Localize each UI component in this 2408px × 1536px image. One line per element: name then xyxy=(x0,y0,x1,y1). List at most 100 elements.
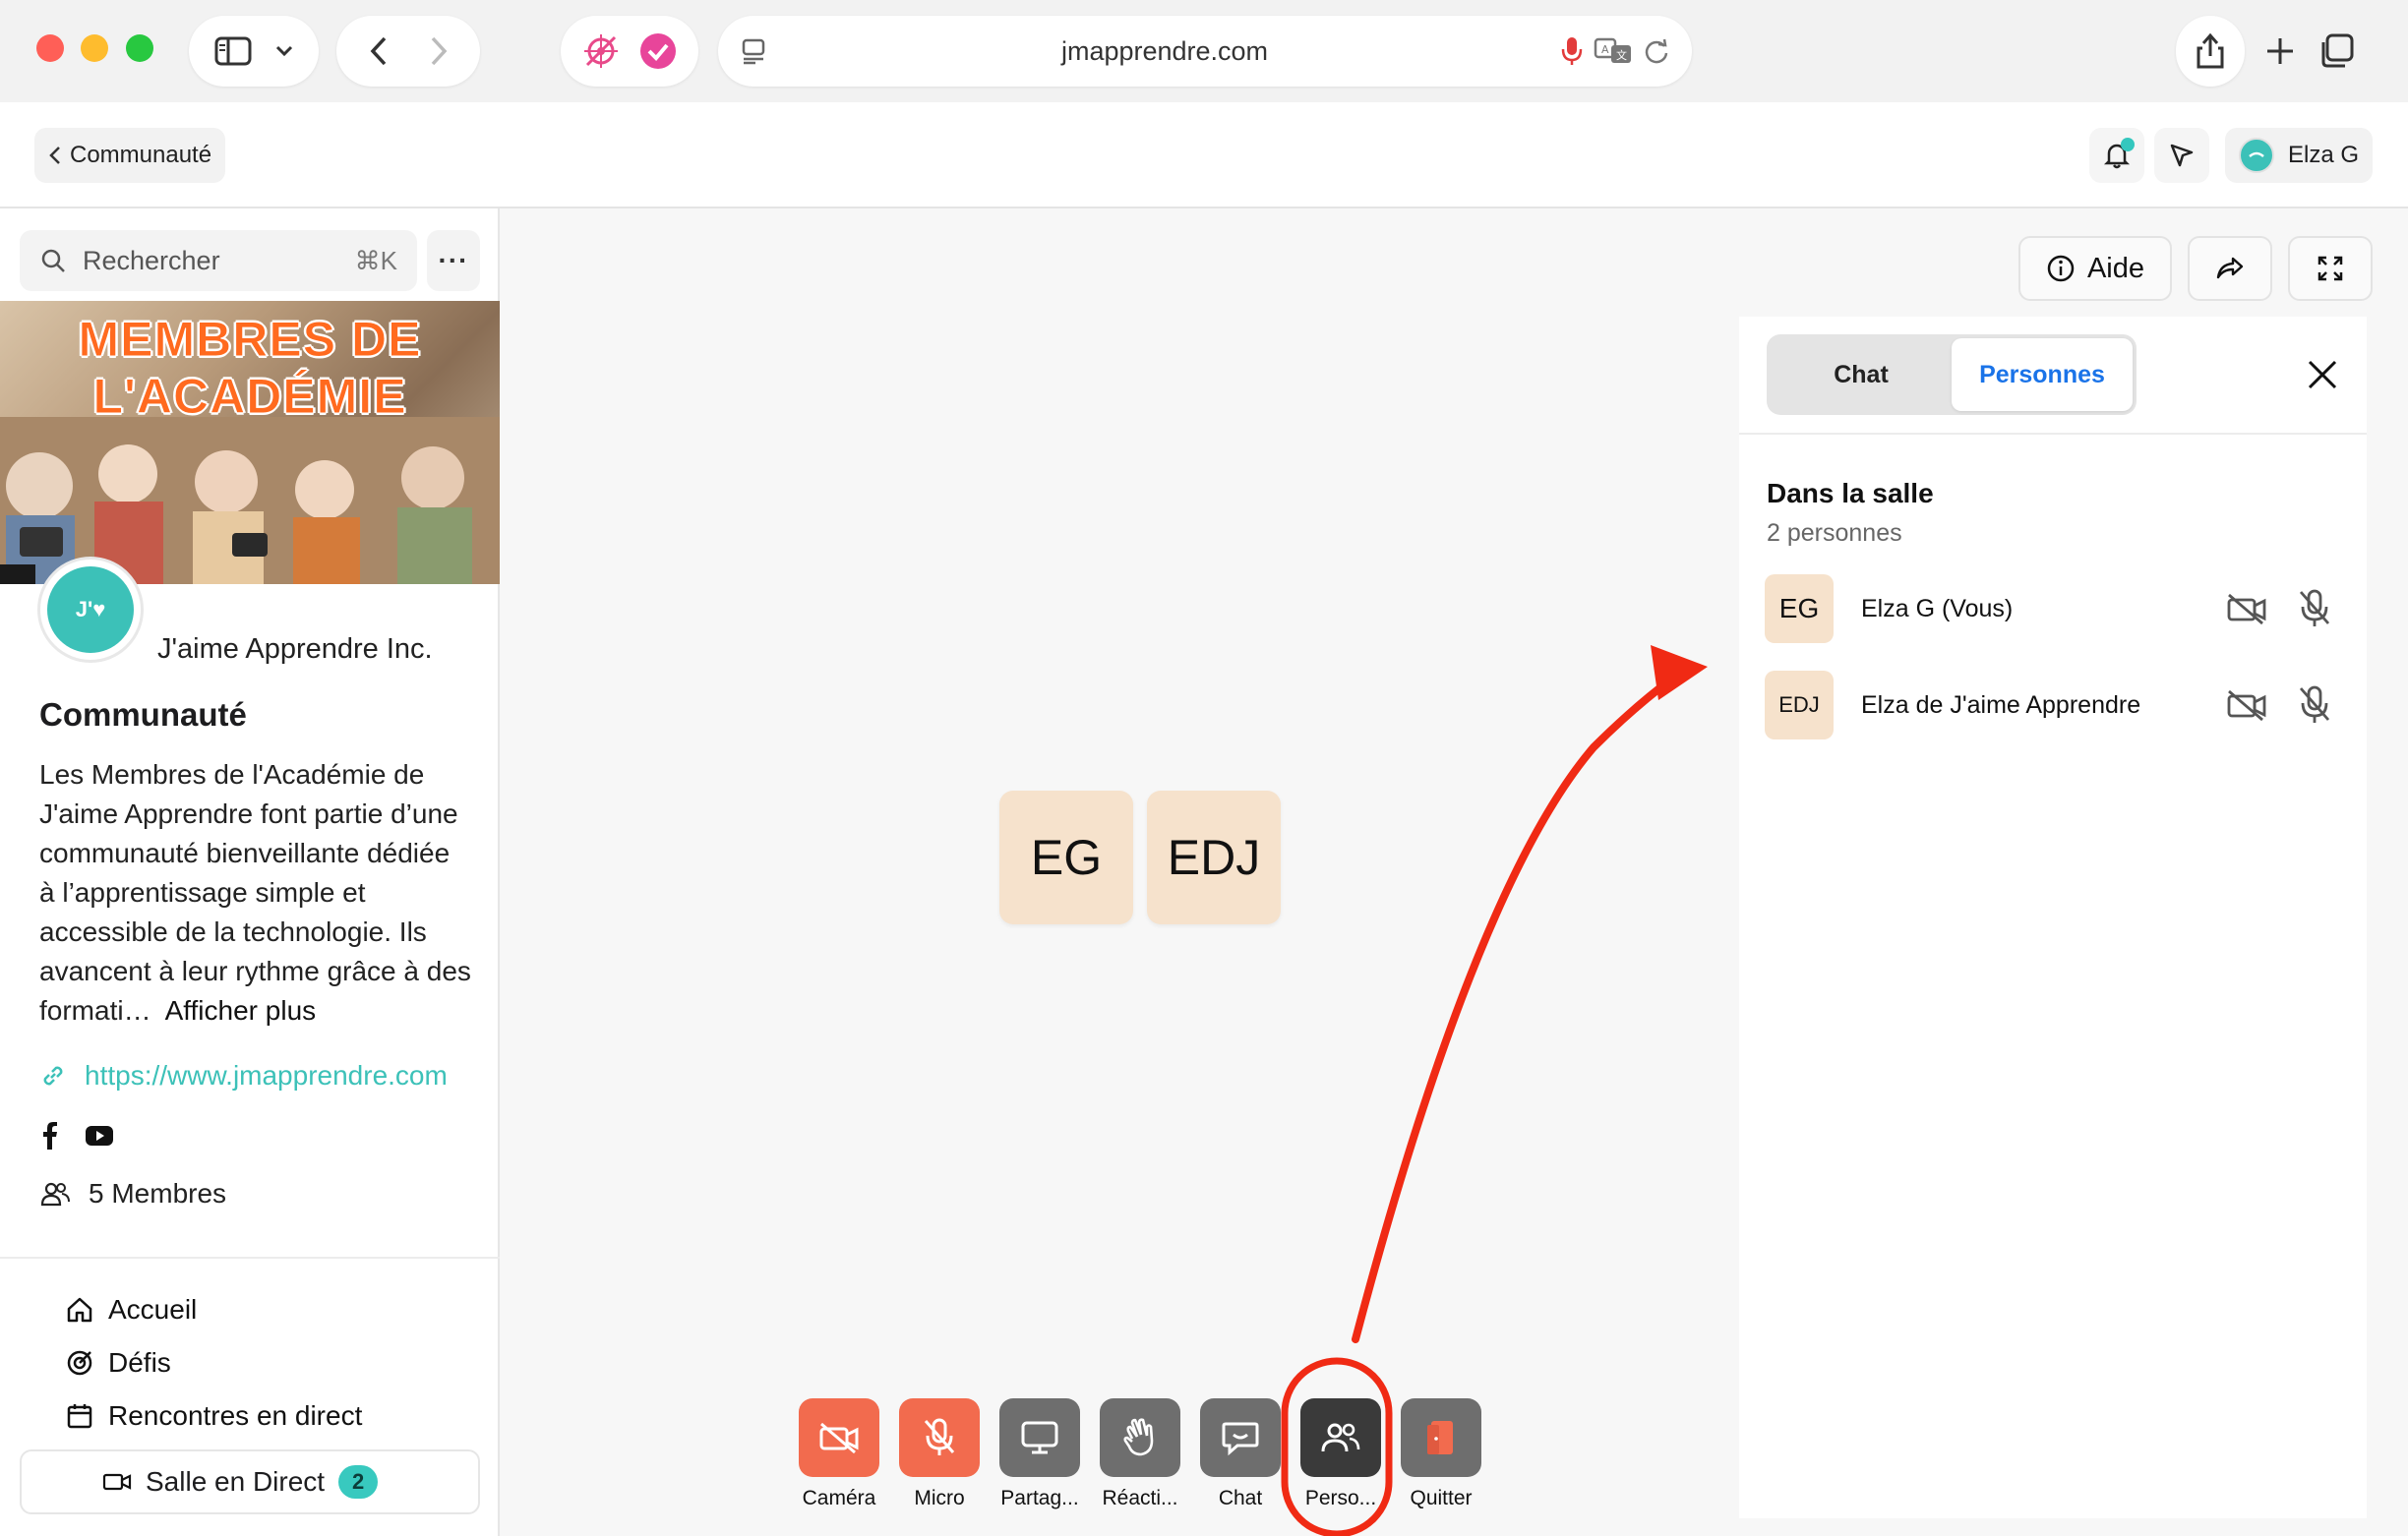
translate-icon[interactable]: A文 xyxy=(1594,36,1633,66)
facebook-icon[interactable] xyxy=(39,1121,59,1151)
more-options-button[interactable]: ··· xyxy=(427,230,480,291)
room-header-actions: Aide xyxy=(2018,236,2373,301)
address-bar[interactable]: jmapprendre.com A文 xyxy=(718,16,1692,87)
camera-toggle-button[interactable] xyxy=(799,1398,879,1477)
toolbar-label: Micro xyxy=(914,1487,965,1509)
call-toolbar: Caméra Micro Partag... Réacti... Chat Pe… xyxy=(799,1398,1481,1510)
forward-arrow-icon[interactable] xyxy=(429,35,449,67)
toolbar-label: Perso... xyxy=(1304,1487,1377,1509)
reload-icon[interactable] xyxy=(1643,37,1670,65)
sidebar-item-rencontres[interactable]: Rencontres en direct xyxy=(65,1400,362,1432)
micro-toggle-button[interactable] xyxy=(899,1398,980,1477)
close-panel-button[interactable] xyxy=(2300,352,2345,397)
back-arrow-icon[interactable] xyxy=(369,35,389,67)
new-tab-plus-icon[interactable] xyxy=(2264,35,2296,67)
notifications-button[interactable] xyxy=(2089,128,2144,183)
show-more-link[interactable]: Afficher plus xyxy=(165,995,317,1026)
members-count[interactable]: 5 Membres xyxy=(39,1178,226,1210)
chat-bubble-icon xyxy=(1222,1422,1259,1456)
banner-title-line1: MEMBRES DE xyxy=(78,312,422,368)
panel-divider xyxy=(1739,433,2367,435)
sidebar-divider xyxy=(0,1257,500,1259)
community-sidebar: Rechercher ⌘K ··· MEMBRES DE L'ACADÉMIE … xyxy=(0,208,500,1536)
fullscreen-button[interactable] xyxy=(2288,236,2373,301)
share-room-button[interactable] xyxy=(2188,236,2272,301)
people-icon xyxy=(1321,1423,1360,1452)
share-screen-button[interactable] xyxy=(999,1398,1080,1477)
notification-dot xyxy=(2121,138,2135,151)
extensions-group xyxy=(561,16,698,87)
chevron-down-icon[interactable] xyxy=(274,44,294,58)
minimize-window-button[interactable] xyxy=(81,34,108,62)
cursor-arrow-icon xyxy=(2168,142,2196,169)
sidebar-item-label: Défis xyxy=(108,1347,171,1378)
participant-tile[interactable]: EG xyxy=(999,791,1133,924)
participant-name: Elza de J'aime Apprendre xyxy=(1861,690,2141,719)
sidebar-icon[interactable] xyxy=(214,36,252,66)
community-description: Les Membres de l'Académie de J'aime Appr… xyxy=(39,755,472,1031)
website-url[interactable]: https://www.jmapprendre.com xyxy=(85,1060,448,1092)
participants-count: 2 personnes xyxy=(1767,519,1902,547)
share-pill xyxy=(2176,16,2245,87)
people-control: Perso... xyxy=(1300,1398,1381,1510)
help-button[interactable]: Aide xyxy=(2018,236,2172,301)
participant-tile[interactable]: EDJ xyxy=(1147,791,1281,924)
zoom-window-button[interactable] xyxy=(126,34,153,62)
user-name: Elza G xyxy=(2288,142,2360,168)
description-text: Les Membres de l'Académie de J'aime Appr… xyxy=(39,759,471,1026)
microphone-off-icon xyxy=(2298,684,2331,726)
tab-overview-icon[interactable] xyxy=(2318,32,2355,70)
url-text[interactable]: jmapprendre.com xyxy=(769,36,1560,67)
microphone-off-icon xyxy=(924,1418,955,1455)
back-to-community-button[interactable]: Communauté xyxy=(34,128,226,183)
monitor-icon xyxy=(1021,1421,1058,1454)
org-name: J'aime Apprendre Inc. xyxy=(157,633,433,665)
micro-control: Micro xyxy=(899,1398,980,1510)
reactions-button[interactable] xyxy=(1100,1398,1180,1477)
search-input[interactable]: Rechercher ⌘K xyxy=(20,230,417,291)
task-check-extension-icon[interactable] xyxy=(638,31,678,71)
hand-wave-icon xyxy=(1123,1418,1154,1456)
back-button-label: Communauté xyxy=(70,142,212,168)
search-shortcut: ⌘K xyxy=(354,245,397,275)
list-item[interactable]: EG Elza G (Vous) xyxy=(1765,574,2345,643)
video-room: EG EDJ Caméra Micro Partag... Réacti... xyxy=(502,208,1741,1536)
leave-call-button[interactable] xyxy=(1401,1398,1481,1477)
toolbar-label: Réacti... xyxy=(1102,1487,1178,1509)
sidebar-toggle-group xyxy=(189,16,319,87)
chat-control: Chat xyxy=(1200,1398,1281,1510)
sidebar-item-live-room[interactable]: Salle en Direct 2 xyxy=(20,1449,480,1514)
website-link[interactable]: https://www.jmapprendre.com xyxy=(39,1060,472,1092)
people-toggle-button[interactable] xyxy=(1300,1398,1381,1477)
participants-badge: 2 xyxy=(338,1465,379,1499)
section-title: Dans la salle xyxy=(1767,478,1934,508)
people-panel: Chat Personnes Dans la salle 2 personnes… xyxy=(1739,317,2367,1518)
close-window-button[interactable] xyxy=(36,34,64,62)
page-reader-icon[interactable] xyxy=(740,36,769,66)
toolbar-label: Quitter xyxy=(1410,1487,1473,1509)
tracker-extension-icon[interactable] xyxy=(581,31,621,71)
app-header: Communauté Elza G xyxy=(0,102,2408,208)
search-placeholder: Rechercher xyxy=(83,245,220,275)
sidebar-item-accueil[interactable]: Accueil xyxy=(65,1294,197,1326)
chevron-left-icon xyxy=(48,145,62,166)
chat-toggle-button[interactable] xyxy=(1200,1398,1281,1477)
microphone-icon[interactable] xyxy=(1560,35,1584,67)
leave-control: Quitter xyxy=(1401,1398,1481,1510)
list-item[interactable]: EDJ Elza de J'aime Apprendre xyxy=(1765,671,2345,739)
sidebar-item-defis[interactable]: Défis xyxy=(65,1347,171,1379)
send-button[interactable] xyxy=(2154,128,2209,183)
history-nav-group xyxy=(336,16,480,87)
tab-personnes[interactable]: Personnes xyxy=(1952,338,2133,411)
share-icon[interactable] xyxy=(2195,32,2226,70)
target-icon xyxy=(65,1348,94,1378)
tab-chat[interactable]: Chat xyxy=(1771,338,1952,411)
youtube-icon[interactable] xyxy=(85,1125,114,1147)
participant-avatar: EDJ xyxy=(1765,671,1834,739)
sidebar-item-label: Accueil xyxy=(108,1294,198,1325)
banner-title-line2: L'ACADÉMIE xyxy=(92,369,407,425)
info-icon xyxy=(2046,254,2076,283)
user-menu-button[interactable]: Elza G xyxy=(2225,128,2374,183)
expand-icon xyxy=(2316,254,2345,283)
org-logo-text: J'♥ xyxy=(47,566,134,653)
